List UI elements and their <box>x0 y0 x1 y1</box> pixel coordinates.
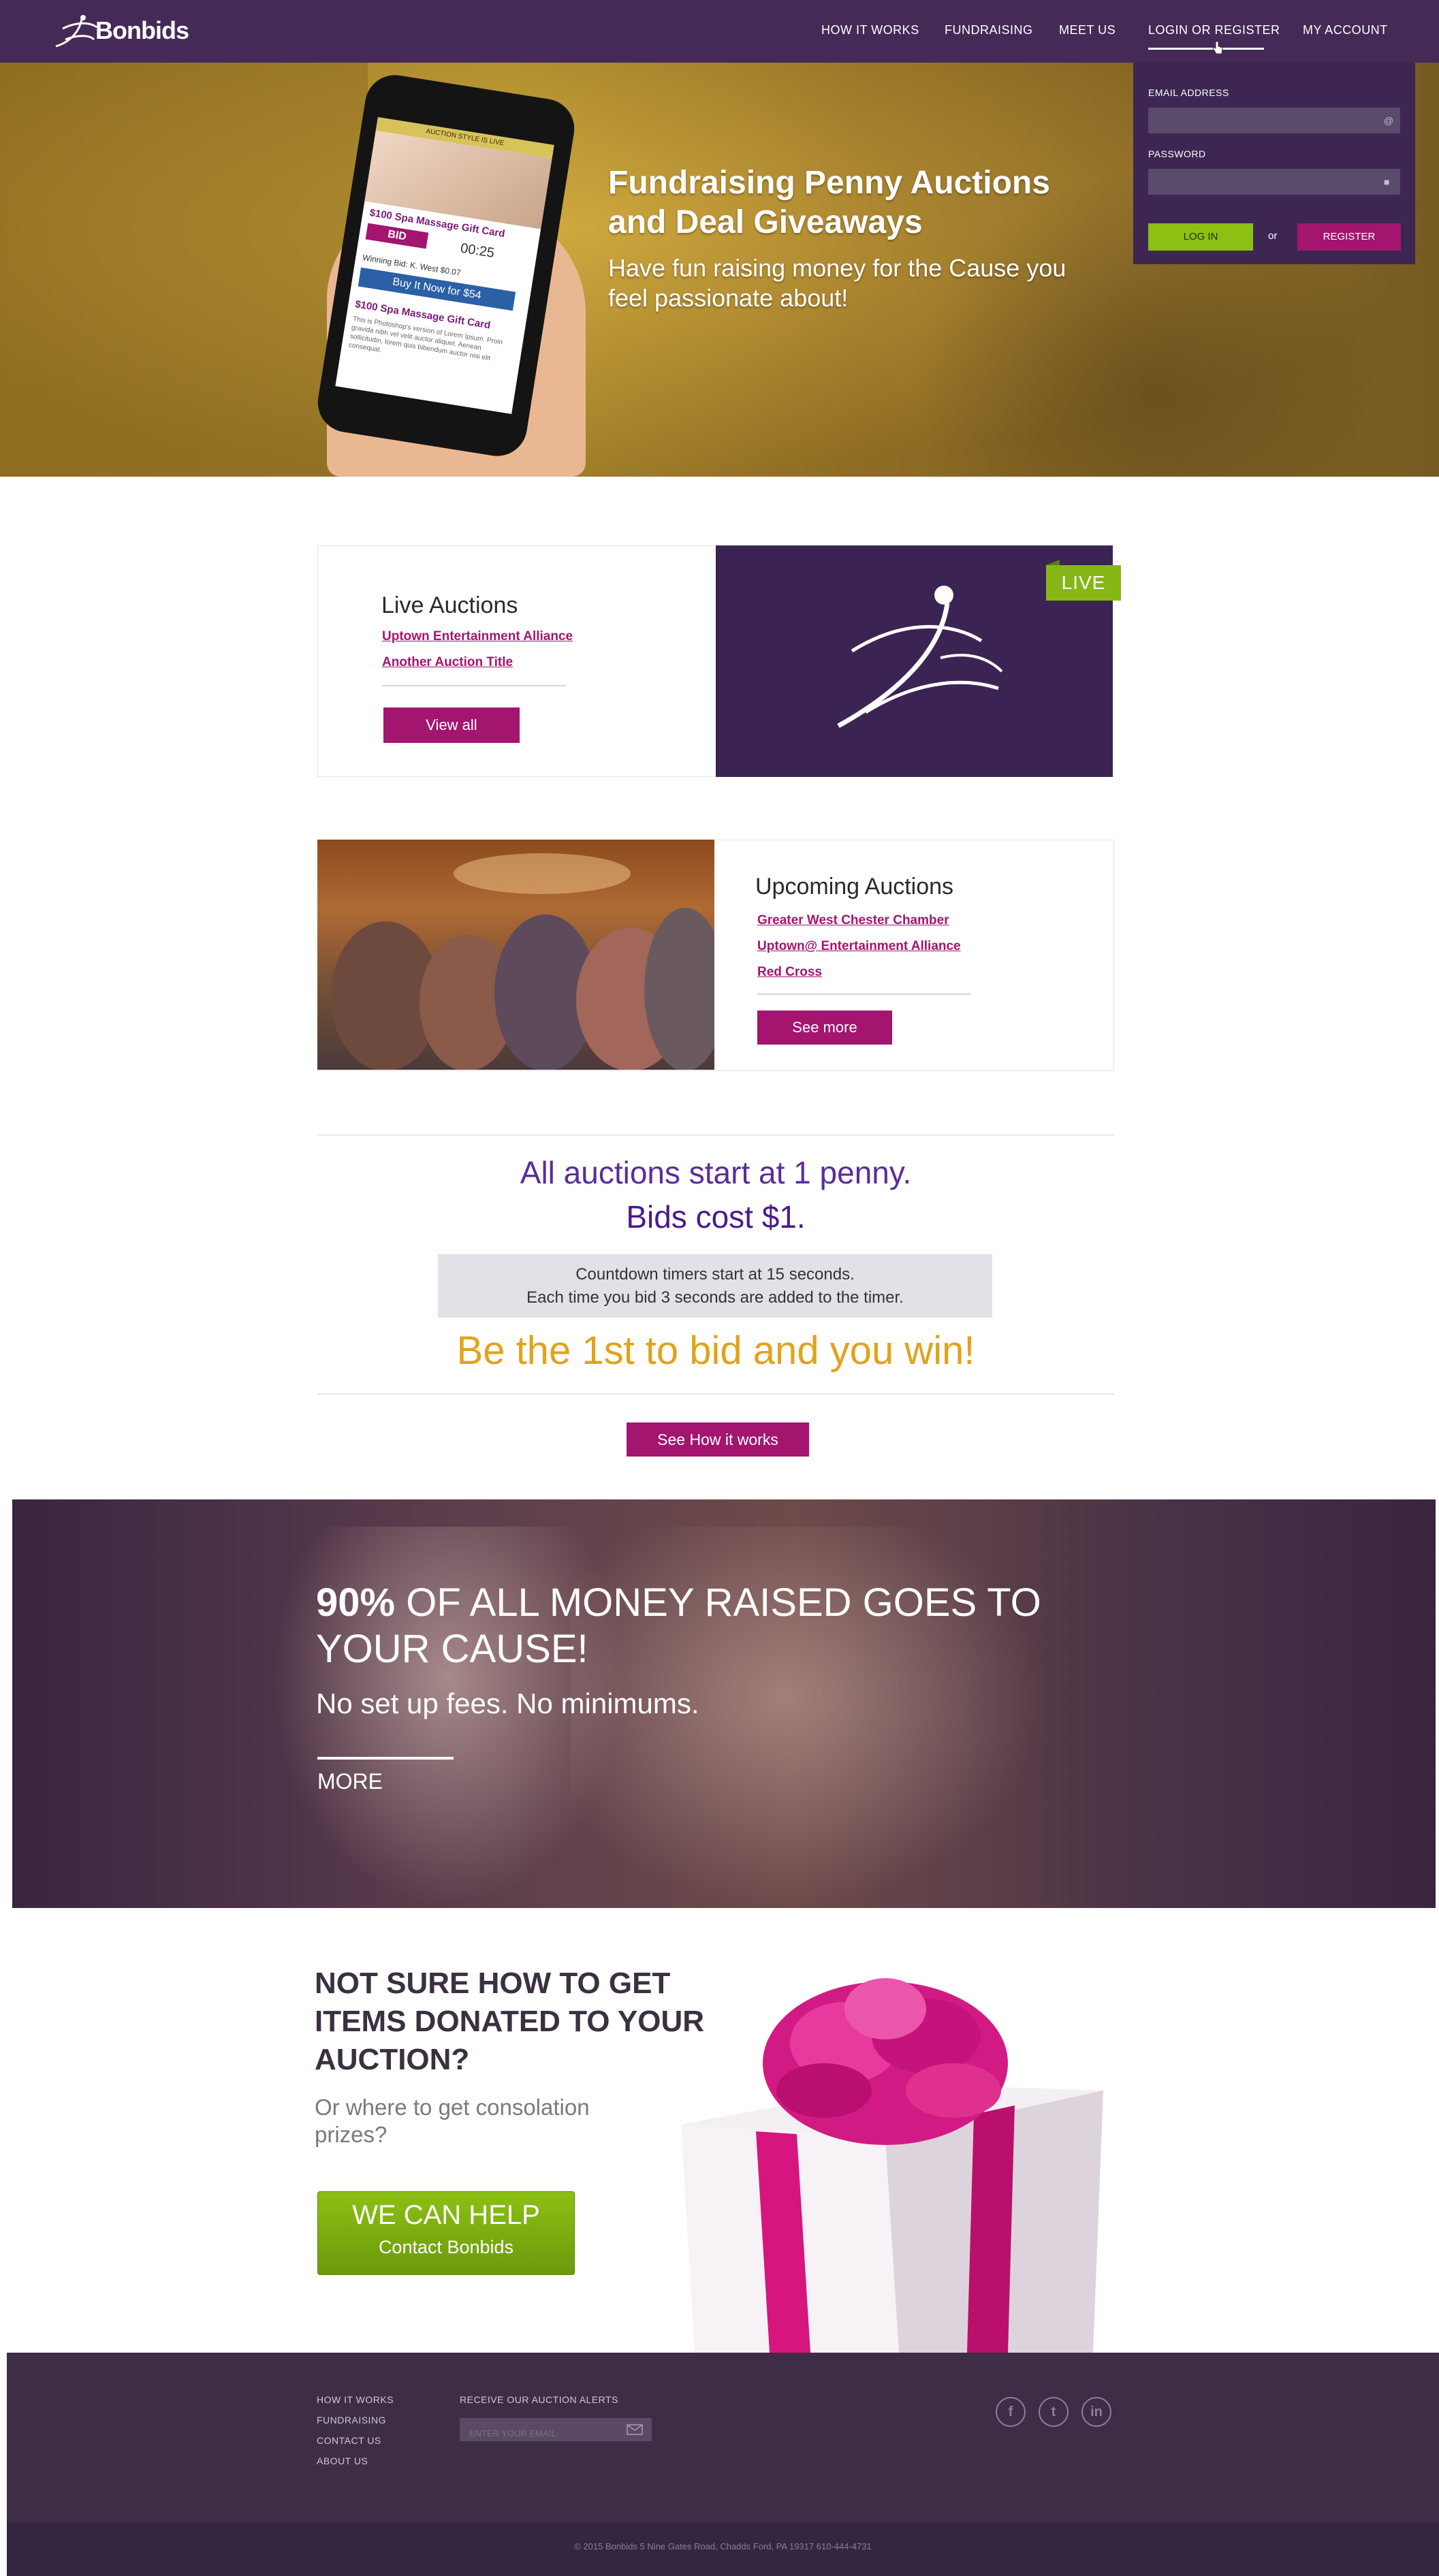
cause-headline-text: OF ALL MONEY RAISED GOES TO YOUR CAUSE! <box>316 1580 1041 1671</box>
timer-info-line: Countdown timers start at 15 seconds. <box>575 1265 855 1284</box>
live-auction-link[interactable]: Uptown Entertainment Alliance <box>382 629 573 644</box>
password-label: PASSWORD <box>1148 148 1206 159</box>
email-label: EMAIL ADDRESS <box>1148 87 1229 98</box>
nav-how-it-works[interactable]: HOW IT WORKS <box>821 23 919 37</box>
password-field[interactable]: ■ <box>1148 169 1400 195</box>
alert-email-input[interactable] <box>460 2418 652 2441</box>
cause-headline: 90% OF ALL MONEY RAISED GOES TO YOUR CAU… <box>316 1580 1065 1672</box>
envelope-icon[interactable] <box>627 2424 643 2435</box>
footer-link-contact-us[interactable]: CONTACT US <box>317 2435 381 2446</box>
footer <box>7 2353 1439 2523</box>
cause-subtitle: No set up fees. No minimums. <box>316 1687 699 1719</box>
live-auctions-card: Live Auctions Uptown Entertainment Allia… <box>317 545 717 777</box>
phone-timer: 00:25 <box>459 240 496 261</box>
timer-info-box: Countdown timers start at 15 seconds. Ea… <box>438 1254 992 1318</box>
live-auctions-title: Live Auctions <box>381 592 518 618</box>
more-underline <box>317 1757 454 1760</box>
divider <box>382 685 566 686</box>
nav-my-account[interactable]: MY ACCOUNT <box>1303 23 1388 37</box>
penny-start-text: All auctions start at 1 penny. <box>520 1155 912 1190</box>
phone-bid-button: BID <box>365 223 429 249</box>
first-bid-win-text: Be the 1st to bid and you win! <box>456 1329 975 1373</box>
email-field[interactable]: @ <box>1148 108 1400 133</box>
logo-text[interactable]: Bonbids <box>95 16 189 45</box>
contact-bonbids-label: Contact Bonbids <box>378 2237 514 2257</box>
more-link[interactable]: MORE <box>317 1769 383 1794</box>
nav-fundraising[interactable]: FUNDRAISING <box>945 23 1033 37</box>
timer-info-line: Each time you bid 3 seconds are added to… <box>526 1288 904 1307</box>
divider <box>757 993 971 995</box>
copyright-text: © 2015 Bonbids 5 Nine Gates Road, Chadds… <box>574 2541 872 2551</box>
register-button[interactable]: REGISTER <box>1297 223 1401 251</box>
or-label: or <box>1268 230 1278 242</box>
login-button[interactable]: LOG IN <box>1148 223 1253 251</box>
live-auction-link[interactable]: Another Auction Title <box>382 655 513 670</box>
gift-box-image <box>681 1978 1103 2353</box>
cause-percent: 90% <box>316 1580 396 1625</box>
divider <box>317 1134 1114 1136</box>
facebook-icon[interactable]: f <box>996 2397 1026 2427</box>
view-all-button[interactable]: View all <box>383 707 520 743</box>
linkedin-icon[interactable]: in <box>1081 2397 1111 2427</box>
nav-login-register[interactable]: LOGIN OR REGISTER <box>1148 23 1280 37</box>
hand-cursor-icon <box>1212 41 1223 54</box>
see-how-it-works-button[interactable]: See How it works <box>627 1422 809 1457</box>
donation-subtitle: Or where to get consolation prizes? <box>315 2095 590 2147</box>
nav-meet-us[interactable]: MEET US <box>1059 23 1116 37</box>
upcoming-auctions-title: Upcoming Auctions <box>755 874 954 900</box>
cause-banner <box>12 1499 1436 1908</box>
live-badge: LIVE <box>1046 565 1121 601</box>
alerts-label: RECEIVE OUR AUCTION ALERTS <box>460 2394 618 2405</box>
auction-crowd-photo <box>317 840 714 1070</box>
at-icon: @ <box>1384 115 1394 126</box>
nav-active-underline <box>1148 48 1264 50</box>
login-dropdown: EMAIL ADDRESS @ PASSWORD ■ LOG IN or REG… <box>1133 63 1415 264</box>
footer-link-how-it-works[interactable]: HOW IT WORKS <box>317 2394 394 2405</box>
divider <box>317 1393 1114 1395</box>
upcoming-auction-link[interactable]: Red Cross <box>757 965 822 980</box>
bid-cost-text: Bids cost $1. <box>626 1199 806 1235</box>
see-more-button[interactable]: See more <box>757 1011 892 1045</box>
hero-subtitle: Have fun raising money for the Cause you… <box>608 254 1066 312</box>
lock-icon: ■ <box>1384 176 1390 187</box>
upcoming-auction-link[interactable]: Greater West Chester Chamber <box>757 913 949 928</box>
upcoming-auction-link[interactable]: Uptown@ Entertainment Alliance <box>757 939 961 954</box>
footer-link-about-us[interactable]: ABOUT US <box>317 2455 368 2466</box>
bonbids-emblem <box>837 586 1003 729</box>
twitter-icon[interactable]: t <box>1039 2397 1069 2427</box>
footer-link-fundraising[interactable]: FUNDRAISING <box>317 2415 386 2426</box>
we-can-help-label: WE CAN HELP <box>352 2200 540 2230</box>
hero-title: Fundraising Penny Auctions and Deal Give… <box>608 165 1050 240</box>
we-can-help-button[interactable]: WE CAN HELP Contact Bonbids <box>317 2191 575 2275</box>
